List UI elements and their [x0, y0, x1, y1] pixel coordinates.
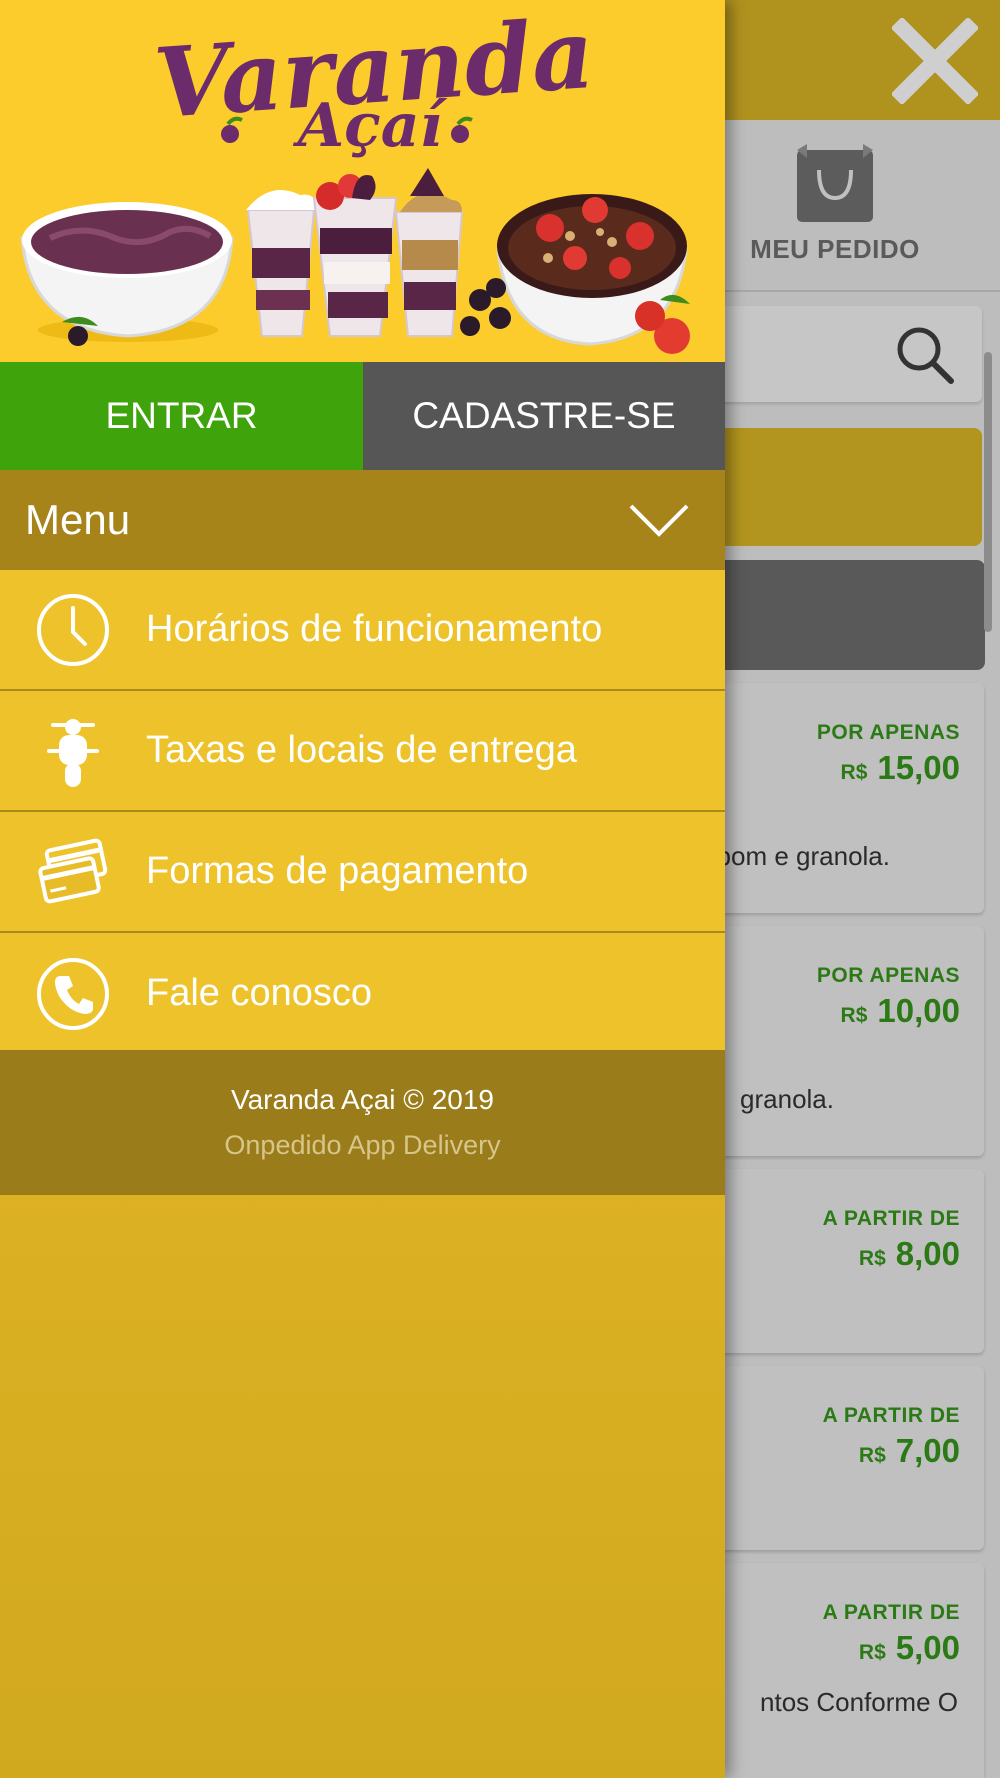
- product-card[interactable]: A PARTIR DE R$ 8,00: [700, 1169, 984, 1353]
- price-label: POR APENAS: [816, 964, 960, 987]
- price-label: A PARTIR DE: [822, 1207, 960, 1230]
- price-value: R$ 5,00: [858, 1629, 960, 1666]
- powered-by-link[interactable]: Onpedido App Delivery: [0, 1130, 725, 1161]
- my-order-button[interactable]: MEU PEDIDO: [725, 130, 945, 280]
- menu-section-toggle[interactable]: Menu: [0, 470, 725, 570]
- price-value: R$ 8,00: [858, 1235, 960, 1272]
- product-description: ntos Conforme O: [760, 1687, 958, 1717]
- search-icon[interactable]: [894, 324, 956, 386]
- menu-item-label: Fale conosco: [146, 972, 373, 1014]
- close-drawer-button[interactable]: [890, 16, 980, 106]
- copyright-text: Varanda Açai © 2019: [231, 1084, 494, 1115]
- acai-cups-image: [246, 168, 464, 337]
- menu-item-label: Horários de funcionamento: [146, 608, 603, 650]
- product-card[interactable]: A PARTIR DE R$ 5,00 ntos Conforme O: [700, 1563, 984, 1778]
- drawer-footer: Varanda Açai © 2019 Onpedido App Deliver…: [0, 1050, 725, 1195]
- product-description: bom e granola.: [716, 841, 890, 871]
- close-icon: [890, 16, 980, 106]
- scrollbar[interactable]: [984, 352, 992, 632]
- category-banner[interactable]: [700, 428, 982, 546]
- menu-item-contact-us[interactable]: Fale conosco: [0, 933, 725, 1054]
- register-button[interactable]: CADASTRE-SE: [363, 362, 725, 470]
- credit-cards-icon: [38, 838, 108, 903]
- brand-banner: Varanda Açaí: [0, 0, 725, 362]
- side-drawer: Varanda Açaí ENTRAR CADASTRE-SE Menu Hor…: [0, 0, 725, 1778]
- acai-bowl-image: [20, 202, 234, 346]
- brand-banner-art: Varanda Açaí: [20, 0, 690, 354]
- product-card[interactable]: A PARTIR DE R$ 7,00: [700, 1366, 984, 1550]
- my-order-label: MEU PEDIDO: [750, 234, 920, 264]
- shopping-bag-icon: [797, 144, 873, 222]
- menu-item-label: Taxas e locais de entrega: [146, 729, 577, 771]
- product-card[interactable]: POR APENAS R$ 10,00 granola.: [700, 926, 984, 1156]
- menu-item-opening-hours[interactable]: Horários de funcionamento: [0, 570, 725, 691]
- price-value: R$ 10,00: [840, 992, 960, 1029]
- price-label: POR APENAS: [816, 721, 960, 744]
- price-label: A PARTIR DE: [822, 1601, 960, 1624]
- menu-item-label: Formas de pagamento: [146, 850, 529, 892]
- acai-strawberry-bowl-image: [460, 194, 690, 354]
- clock-icon: [37, 593, 109, 666]
- auth-buttons: ENTRAR CADASTRE-SE: [0, 362, 725, 470]
- price-label: A PARTIR DE: [822, 1404, 960, 1427]
- phone-icon: [37, 957, 109, 1030]
- menu-list: Horários de funcionamento Taxas e locais…: [0, 570, 725, 1054]
- login-button[interactable]: ENTRAR: [0, 362, 363, 470]
- category-header[interactable]: [700, 560, 985, 670]
- price-value: R$ 15,00: [840, 749, 960, 786]
- chevron-down-icon: [629, 504, 689, 537]
- menu-title: Menu: [25, 496, 131, 543]
- menu-item-payment-methods[interactable]: Formas de pagamento: [0, 812, 725, 933]
- product-card[interactable]: POR APENAS R$ 15,00 bom e granola.: [700, 683, 984, 913]
- price-value: R$ 7,00: [858, 1432, 960, 1469]
- logo-text-line2: Açaí: [293, 91, 448, 161]
- menu-item-delivery-fees[interactable]: Taxas e locais de entrega: [0, 691, 725, 812]
- search-bar[interactable]: [700, 306, 982, 402]
- scooter-icon: [47, 718, 99, 787]
- product-description: granola.: [740, 1084, 834, 1114]
